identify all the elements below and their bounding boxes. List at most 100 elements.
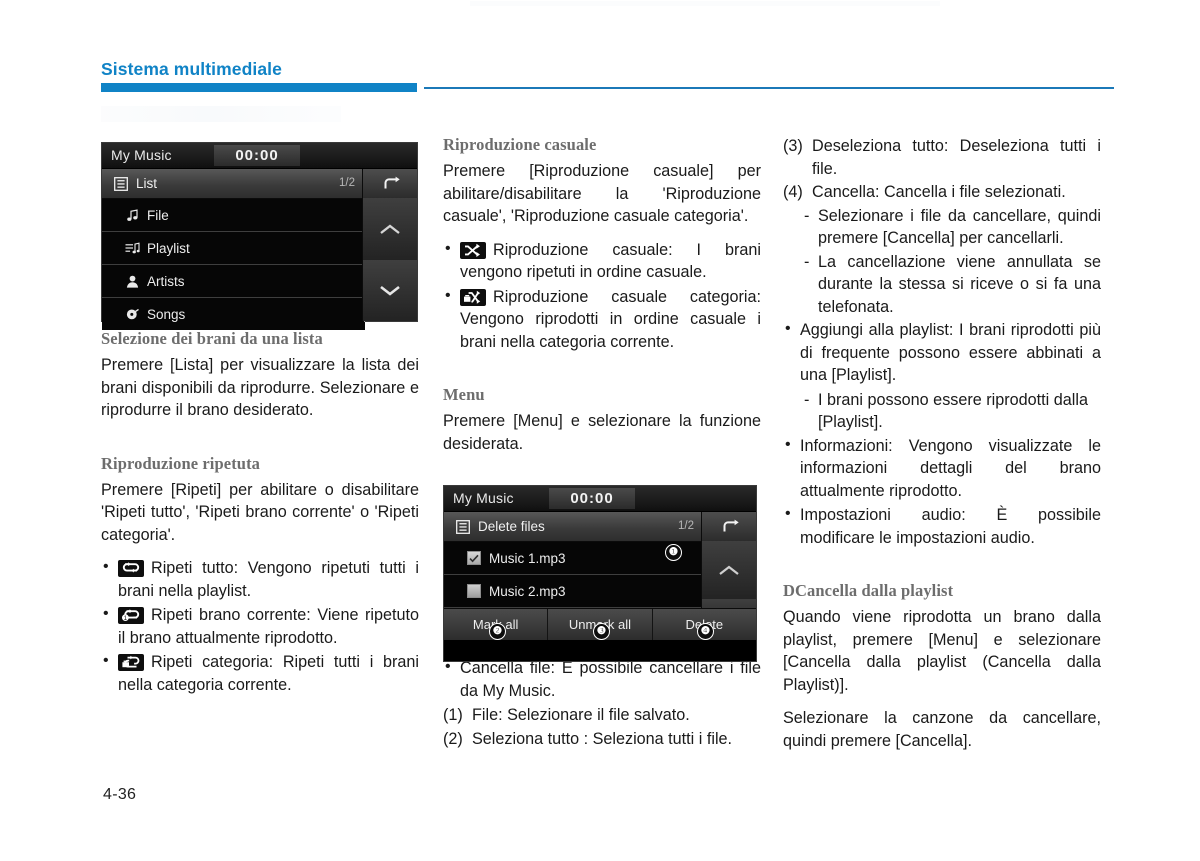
- hu2-body: Delete files 1/2 Music 1.mp3 Music 2.mp3…: [444, 512, 756, 640]
- hu1-row-label: Songs: [147, 306, 186, 322]
- shuffle-mode-list: Riproduzione casuale: I brani vengono ri…: [443, 238, 761, 354]
- chevron-up-icon: [719, 565, 739, 575]
- list-icon: [114, 176, 128, 191]
- shuffle-category-icon: [460, 288, 486, 306]
- hu1-row-artists[interactable]: Artists: [102, 265, 365, 298]
- num-marker-3: (3): [783, 137, 803, 155]
- playlist-icon: [124, 242, 140, 255]
- music-note-icon: [124, 208, 140, 222]
- hu1-row-songs[interactable]: Songs: [102, 298, 365, 330]
- head-unit-list-screenshot[interactable]: My Music 00:00 List 1/2 File Playlist Ar…: [101, 142, 418, 330]
- hu2-clock: 00:00: [549, 488, 635, 509]
- paragraph-delete-playlist-1: Quando viene riprodotta un brano dalla p…: [783, 608, 1101, 694]
- num-item-2: (2) Seleziona tutto : Seleziona tutti i …: [443, 728, 761, 751]
- hu1-page-indicator: 1/2: [339, 177, 355, 189]
- hu2-window-title: My Music: [453, 490, 514, 506]
- add-playlist-item: Aggiungi alla playlist: I brani riprodot…: [783, 318, 1101, 387]
- list-icon: [456, 519, 470, 534]
- header-rule: [424, 87, 1114, 89]
- person-icon: [124, 275, 140, 288]
- info-text: Informazioni: Vengono visualizzate le in…: [800, 436, 1101, 500]
- paragraph-menu: Premere [Menu] e selezionare la funzione…: [443, 412, 761, 453]
- header-accent-bar: [101, 83, 417, 92]
- num-text-1: File: Selezionare il file salvato.: [472, 706, 690, 724]
- numbered-list-1-2: (1) File: Selezionare il file salvato. (…: [443, 704, 761, 750]
- checkbox-checked[interactable]: [466, 551, 482, 565]
- num-item-3: (3) Deseleziona tutto: Deseleziona tutti…: [783, 135, 1101, 180]
- hu1-row-label: File: [147, 207, 169, 223]
- shuffle-category-text: Riproduzione casuale categoria: Vengono …: [460, 287, 761, 351]
- callout-2: ❷: [489, 623, 506, 640]
- repeat-category-icon: [118, 654, 144, 671]
- heading-shuffle: Riproduzione casuale: [443, 135, 597, 154]
- hu1-row-label: Artists: [147, 273, 185, 289]
- dash-text-play-from-playlist: I brani possono essere riprodotti dalla …: [818, 390, 1088, 432]
- hu2-row-music2[interactable]: Music 2.mp3: [444, 575, 705, 608]
- page-title: Sistema multimediale: [101, 59, 282, 79]
- chevron-down-icon: [380, 285, 400, 296]
- repeat-mode-list: Ripeti tutto: Vengono ripetuti tutti i b…: [101, 556, 419, 696]
- hu2-page-indicator: 1/2: [678, 520, 694, 532]
- heading-delete-playlist: DCancella dalla playlist: [783, 581, 954, 600]
- repeat-one-text: Ripeti brano corrente: Viene ripetuto il…: [118, 606, 419, 647]
- hu1-body: List 1/2 File Playlist Artists Songs: [102, 169, 417, 330]
- paragraph-shuffle: Premere [Riproduzione casuale] per abili…: [443, 162, 761, 225]
- hu1-row-label: Playlist: [147, 240, 190, 256]
- hu1-status-bar: My Music 00:00: [102, 143, 417, 169]
- dash-item-call-cancel: La cancellazione viene annullata se dura…: [803, 251, 1101, 319]
- delete-file-item: Cancella file: È possibile cancellare i …: [443, 656, 761, 702]
- num-item-1: (1) File: Selezionare il file salvato.: [443, 704, 761, 727]
- menu-options-list: Aggiungi alla playlist: I brani riprodot…: [783, 318, 1101, 387]
- paragraph-delete-playlist-2: Selezionare la canzone da cancellare, qu…: [783, 709, 1101, 750]
- repeat-all-text: Ripeti tutto: Vengono ripetuti tutti i b…: [118, 559, 419, 600]
- hu1-window-title: My Music: [111, 147, 172, 163]
- dash-list-delete: Selezionare i file da cancellare, quindi…: [783, 205, 1101, 319]
- header-faint-artifact: [101, 106, 341, 122]
- repeat-all-icon: [118, 560, 144, 577]
- num-marker-4: (4): [783, 183, 803, 201]
- hu2-header-label: Delete files: [478, 519, 545, 534]
- dash-text-select-files: Selezionare i file da cancellare, quindi…: [818, 206, 1101, 248]
- back-arrow-icon[interactable]: [362, 169, 417, 198]
- repeat-category-item: Ripeti categoria: Ripeti tutti i brani n…: [101, 650, 419, 696]
- hu2-row-label: Music 2.mp3: [489, 583, 566, 599]
- hu1-clock: 00:00: [214, 145, 300, 166]
- hu1-scroll-up-button[interactable]: [362, 198, 417, 260]
- hu2-scroll-up-button[interactable]: [701, 541, 756, 599]
- info-item: Informazioni: Vengono visualizzate le in…: [783, 434, 1101, 503]
- callout-4: ❹: [697, 623, 714, 640]
- dash-item-select-files: Selezionare i file da cancellare, quindi…: [803, 205, 1101, 250]
- hu1-header-row[interactable]: List 1/2: [102, 169, 417, 199]
- checkbox-unchecked[interactable]: [466, 584, 482, 598]
- back-arrow-icon[interactable]: [701, 512, 756, 541]
- hu2-header-row[interactable]: Delete files 1/2: [444, 512, 756, 542]
- num-marker-1: (1): [443, 706, 463, 724]
- shuffle-category-item: Riproduzione casuale categoria: Vengono …: [443, 285, 761, 354]
- callout-1: ❶: [665, 544, 682, 561]
- manual-page: Sistema multimediale 4-36 Selezione dei …: [0, 0, 1200, 861]
- repeat-one-icon: 1: [118, 607, 144, 624]
- hu1-row-playlist[interactable]: Playlist: [102, 232, 365, 265]
- hu1-scroll-down-button[interactable]: [362, 260, 417, 321]
- num-text-3: Deseleziona tutto: Deseleziona tutti i f…: [812, 137, 1101, 178]
- dash-item-play-from-playlist: I brani possono essere riprodotti dalla …: [803, 389, 1101, 434]
- numbered-list-3-4: (3) Deseleziona tutto: Deseleziona tutti…: [783, 135, 1101, 204]
- hu2-status-bar: My Music 00:00: [444, 486, 756, 512]
- heading-repeat: Riproduzione ripetuta: [101, 453, 261, 473]
- hu2-row-label: Music 1.mp3: [489, 550, 566, 566]
- chevron-up-icon: [380, 224, 400, 234]
- hu1-row-file[interactable]: File: [102, 199, 365, 232]
- menu-options-list-2: Informazioni: Vengono visualizzate le in…: [783, 434, 1101, 550]
- top-edge-artifact: [470, 1, 940, 6]
- num-item-4: (4) Cancella: Cancella i file selezionat…: [783, 181, 1101, 204]
- delete-file-text: Cancella file: È possibile cancellare i …: [460, 659, 761, 700]
- shuffle-text: Riproduzione casuale: I brani vengono ri…: [460, 240, 761, 282]
- add-playlist-text: Aggiungi alla playlist: I brani riprodot…: [800, 321, 1101, 384]
- callout-3: ❸: [593, 623, 610, 640]
- repeat-one-item: 1 Ripeti brano corrente: Viene ripetuto …: [101, 603, 419, 649]
- shuffle-icon: [460, 241, 486, 259]
- paragraph-repeat: Premere [Ripeti] per abilitare o disabil…: [101, 480, 419, 544]
- audio-settings-text: Impostazioni audio: È possibile modifica…: [800, 506, 1101, 547]
- repeat-all-item: Ripeti tutto: Vengono ripetuti tutti i b…: [101, 556, 419, 602]
- paragraph-select-track: Premere [Lista] per visualizzare la list…: [101, 356, 419, 419]
